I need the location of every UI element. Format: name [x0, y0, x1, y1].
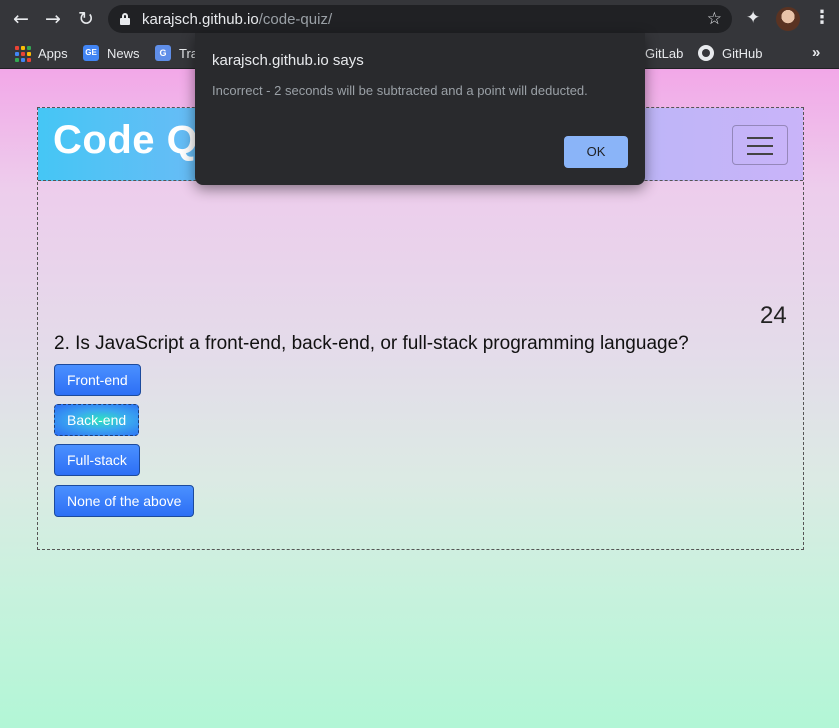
translate-icon: G	[155, 45, 171, 61]
url-host: karajsch.github.io	[142, 11, 259, 28]
question-text: 2. Is JavaScript a front-end, back-end, …	[54, 333, 689, 354]
google-news-icon: GE	[83, 45, 99, 61]
bookmark-github[interactable]: GitHub	[698, 44, 762, 62]
hamburger-line	[747, 153, 773, 155]
extensions-puzzle-icon[interactable]: ✦	[746, 8, 760, 28]
hamburger-line	[747, 145, 773, 147]
bookmark-label: GitHub	[722, 45, 763, 61]
bookmark-label: GitLab	[645, 45, 684, 61]
alert-dialog: karajsch.github.io says Incorrect - 2 se…	[195, 33, 645, 185]
back-arrow-icon[interactable]: ←	[9, 7, 33, 31]
answer-button-full-stack[interactable]: Full-stack	[54, 444, 140, 476]
bookmark-news[interactable]: GE News	[83, 44, 140, 62]
bookmark-apps[interactable]: Apps	[14, 44, 68, 62]
answer-button-back-end[interactable]: Back-end	[54, 404, 140, 436]
hamburger-line	[747, 137, 773, 139]
more-bookmarks-chevron-icon[interactable]: »	[812, 44, 820, 61]
url-text: karajsch.github.io/code-quiz/	[142, 11, 332, 28]
bookmark-gitlab[interactable]: GitLab	[645, 44, 683, 62]
address-bar[interactable]: karajsch.github.io/code-quiz/ ☆	[108, 5, 732, 33]
bookmark-label: Apps	[38, 45, 68, 61]
dialog-message: Incorrect - 2 seconds will be subtracted…	[212, 83, 588, 98]
github-icon	[698, 45, 714, 61]
answer-button-none[interactable]: None of the above	[54, 485, 195, 517]
lock-icon	[120, 13, 130, 25]
hamburger-menu-button[interactable]	[732, 125, 788, 165]
browser-menu-icon[interactable]: ⋮	[813, 7, 831, 28]
ok-button[interactable]: OK	[564, 136, 628, 168]
forward-arrow-icon[interactable]: →	[41, 7, 65, 31]
reload-icon[interactable]: ↻	[74, 7, 98, 31]
bookmark-label: News	[107, 45, 140, 61]
answer-button-front-end[interactable]: Front-end	[54, 364, 141, 396]
apps-grid-icon	[14, 45, 31, 62]
dialog-title: karajsch.github.io says	[212, 52, 364, 69]
url-path: /code-quiz/	[258, 11, 333, 28]
bookmark-star-icon[interactable]: ☆	[707, 9, 722, 29]
profile-avatar[interactable]	[776, 7, 800, 31]
bookmark-translate[interactable]: G Tra	[155, 44, 198, 62]
countdown-timer: 24	[760, 302, 787, 329]
